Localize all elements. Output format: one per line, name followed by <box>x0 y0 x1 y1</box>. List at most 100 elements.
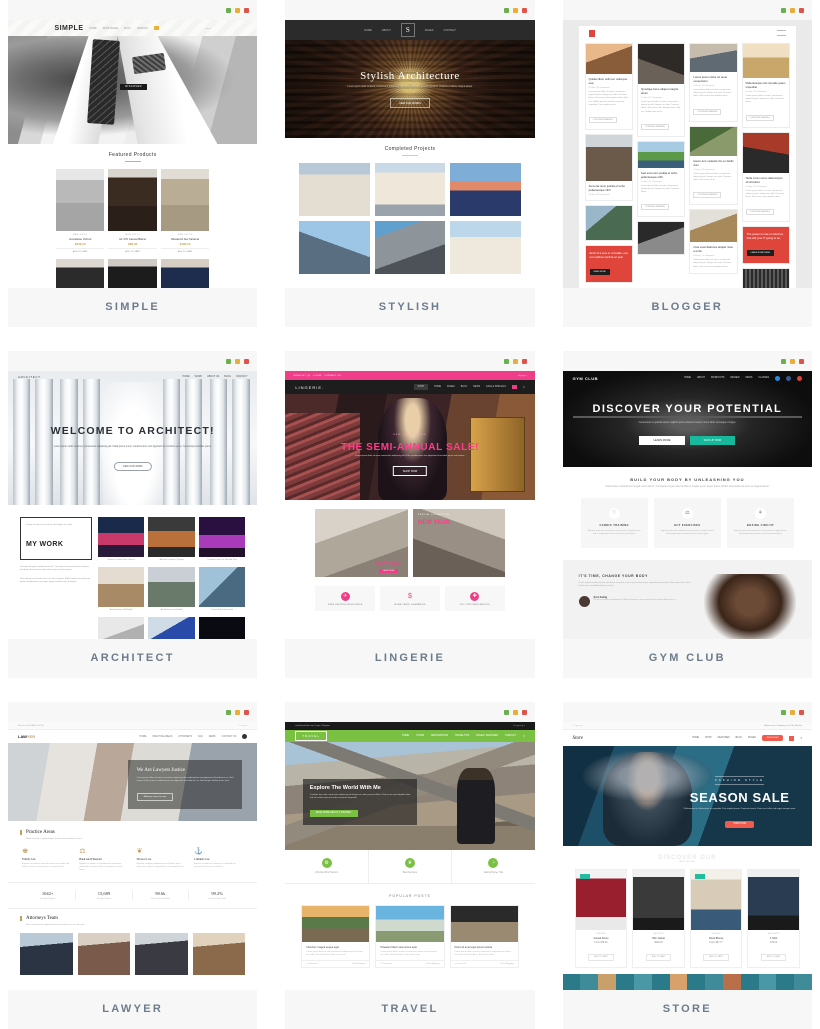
strip-tile[interactable] <box>616 974 634 990</box>
nav-item-home[interactable]: HOME <box>90 27 97 30</box>
practice-area-item[interactable]: ❦ Divorce Law Egestas volutpat condiment… <box>137 847 186 873</box>
team-member-photo[interactable] <box>20 932 73 975</box>
strip-tile[interactable] <box>687 974 706 990</box>
nav-item-tours[interactable]: TOURS <box>416 735 424 737</box>
read-more-button[interactable]: CONTINUE READING <box>588 117 617 124</box>
project-item[interactable]: Beautiful Villa Vanderbilt <box>198 617 246 639</box>
nav-item-workouts[interactable]: WORKOUTS <box>711 377 725 379</box>
nav-item-home[interactable]: HOME <box>139 736 146 738</box>
read-more-button[interactable]: LEARN SOMETHING <box>746 250 774 257</box>
add-to-cart-button[interactable]: ADD TO CART <box>760 953 787 961</box>
search-icon[interactable]: ⚲ <box>523 386 525 389</box>
search-icon[interactable]: ⚲ <box>800 737 802 740</box>
maximize-dot[interactable] <box>235 358 241 364</box>
list-item[interactable]: Quidus illum velit nec nulla quo erat 0 … <box>584 43 633 131</box>
hamburger-menu-icon[interactable] <box>777 30 786 36</box>
minimize-dot[interactable] <box>503 709 509 715</box>
read-more-button[interactable]: CONTINUE READING <box>640 123 670 130</box>
nav-item-practice-areas[interactable]: PRACTICE AREAS <box>152 736 172 738</box>
list-item[interactable] <box>741 268 790 288</box>
twitter-icon[interactable] <box>775 375 780 381</box>
close-dot[interactable] <box>799 7 804 13</box>
nav-item-blog[interactable]: BLOG <box>736 737 742 739</box>
product-item[interactable]: MEN SHIRTS T-Shirt $74.00 ADD TO CART <box>747 869 800 968</box>
project-item[interactable]: Art Museum Landa Hotel <box>148 567 195 613</box>
feature-card[interactable]: ♡ CARDIO TRAINING Egestas purus dui morb… <box>580 497 648 548</box>
social-icons[interactable]: f t i g p in <box>239 725 247 727</box>
project-thumb[interactable] <box>450 163 521 216</box>
product-item[interactable]: MEN SUITS Weekend Set Caramel $189.00 AD… <box>160 169 210 255</box>
utility-link-login[interactable]: LOGIN <box>313 375 321 377</box>
list-item[interactable] <box>584 205 633 242</box>
read-more-button[interactable]: CONTINUE READING <box>693 108 722 115</box>
nav-item-contact[interactable]: CONTACT US <box>222 736 237 738</box>
project-thumb[interactable] <box>450 221 521 274</box>
feature-item[interactable]: ❦ Best Services <box>369 850 453 883</box>
list-item[interactable]: Sed erat nunc justitia et turbo pellente… <box>636 140 686 218</box>
nav-item-pages[interactable]: PAGES / FEATURES <box>476 735 498 737</box>
nav-item-contact[interactable]: CONTACT <box>137 27 148 30</box>
cart-icon[interactable] <box>511 385 517 389</box>
close-dot[interactable] <box>244 709 250 715</box>
nav-item-about[interactable]: ABOUT <box>382 29 391 32</box>
strip-tile[interactable] <box>758 974 777 990</box>
strip-tile[interactable] <box>740 974 759 990</box>
minimize-dot[interactable] <box>781 7 786 13</box>
feature-item[interactable]: ◔ Saving Money Tips <box>452 850 534 883</box>
nav-item-about[interactable]: ABOUT <box>697 377 705 379</box>
shop-now-button[interactable]: SHOP NOW <box>761 735 784 741</box>
nav-item-home[interactable]: HOME <box>364 29 372 32</box>
product-image[interactable] <box>160 259 210 288</box>
add-to-cart-button[interactable]: ADD TO CART <box>56 248 105 253</box>
product-item[interactable]: MEN SUITS Air 270 Casual Blazer $99.00 A… <box>108 169 157 255</box>
team-member-photo[interactable] <box>77 932 131 975</box>
practice-area-item[interactable]: ⚓ Criminal Law Egestas ut aliquet ut rho… <box>194 847 243 873</box>
cart-icon[interactable] <box>154 26 160 30</box>
nav-item-home[interactable]: HOME <box>692 737 699 739</box>
promo-banner[interactable]: NEW YEAR SHOP NOW <box>315 509 408 577</box>
maximize-dot[interactable] <box>512 709 518 715</box>
template-card-lawyer[interactable]: Mon-Fri, 09:00 AM-5:00 PM f t i g p in L… <box>8 702 258 1029</box>
nav-item-pages[interactable]: PAGES <box>425 29 434 32</box>
hero-cta-button[interactable]: VIEW OUR WORK <box>113 462 152 472</box>
utility-link-wishlist[interactable]: WISHLIST (0) <box>293 375 310 377</box>
minimize-dot[interactable] <box>503 358 509 364</box>
maximize-dot[interactable] <box>790 7 795 13</box>
project-thumb[interactable] <box>374 163 446 216</box>
hero-cta-button[interactable]: VIEW OUR WORKS <box>390 98 430 109</box>
practice-area-item[interactable]: ♚ Family Law Egestas ut condit ut lorem … <box>22 847 71 873</box>
close-dot[interactable] <box>244 358 250 364</box>
team-member-photo[interactable] <box>135 932 188 975</box>
feature-card[interactable]: ⚘ BOXING CIRCUIT Egestas purus dui morbi… <box>726 497 794 548</box>
product-item[interactable]: MEN SUITS Grandiose Oxford $249.00 ADD T… <box>56 169 105 255</box>
utility-link-contact[interactable]: CONTACT US <box>324 375 341 377</box>
list-item[interactable]: Cras exercitationes aliquid risus a turb… <box>689 209 738 274</box>
strip-tile[interactable] <box>598 974 617 990</box>
nav-item-news[interactable]: NEWS <box>209 736 216 738</box>
read-more-button[interactable]: CONTINUE READING <box>640 204 670 211</box>
nav-item-shop[interactable]: SHOP <box>413 384 429 390</box>
nav-item-features[interactable]: FEATURES <box>718 737 730 739</box>
maximize-dot[interactable] <box>790 709 795 715</box>
maximize-dot[interactable] <box>790 358 795 364</box>
minimize-dot[interactable] <box>781 709 786 715</box>
list-item[interactable]: Nulla cursu cursu ullamcorper sit tincid… <box>741 131 790 223</box>
read-more-button[interactable]: CONTINUE READING <box>745 114 774 121</box>
list-item[interactable] <box>636 221 686 256</box>
project-thumb[interactable] <box>299 163 370 216</box>
nav-item-shop[interactable]: SHOP <box>705 737 712 739</box>
nav-item-news[interactable]: NEWS <box>473 386 480 388</box>
template-card-stylish[interactable]: HOME ABOUT S PAGES CONTACT Stylish Archi… <box>285 0 535 327</box>
read-more-button[interactable]: CONTINUE READING <box>745 209 774 216</box>
strip-tile[interactable] <box>705 974 723 990</box>
social-icons[interactable]: ● ● ● <box>205 27 211 30</box>
nav-item-attorneys[interactable]: ATTORNEYS <box>178 736 192 738</box>
nav-item-sale[interactable]: SALE & SPECIALS <box>486 386 506 388</box>
project-item[interactable]: Columbia and Tree Hall and Park <box>198 517 246 563</box>
template-card-architect[interactable]: ARCHITECT HOME WORK ABOUT US BLOG CONTAC… <box>8 351 258 678</box>
account-links[interactable]: My Account | Shopping Cart | My Wishlist <box>764 725 802 727</box>
add-to-cart-button[interactable]: ADD TO CART <box>108 248 157 253</box>
nav-item-shop[interactable]: SHOP PAGES <box>103 27 118 30</box>
signup-button[interactable]: SIGN UP NOW <box>689 436 736 446</box>
project-item[interactable]: Capital Hall Construction <box>148 617 195 639</box>
